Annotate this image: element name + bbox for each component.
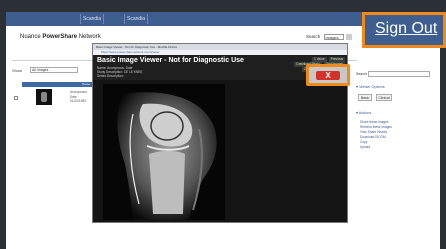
- topbar-item-scandia-1[interactable]: Scandia: [80, 14, 105, 24]
- brand-logo: Nuance PowerShare Network: [20, 34, 101, 40]
- show-label: Show: [12, 68, 23, 73]
- mri-knee-image[interactable]: [103, 84, 225, 220]
- viewer-title: Basic Image Viewer - Not for Diagnostic …: [97, 57, 244, 64]
- top-search: Search Images: [306, 34, 352, 40]
- image-meta-date: 01/20/1983: [70, 99, 86, 103]
- close-icon[interactable]: X: [316, 71, 340, 80]
- viewer-meta: Name: Anonymous, Date Study Description:…: [97, 66, 143, 78]
- clinical-viewer-button[interactable]: Clinical: [376, 94, 392, 101]
- viewer-options-label: Viewer Options: [358, 85, 385, 89]
- highlighted-close-button[interactable]: X: [306, 64, 350, 86]
- top-search-input[interactable]: Images: [323, 34, 344, 40]
- actions-header[interactable]: ▾ Actions: [356, 110, 371, 115]
- sign-out-highlight: Sign Out: [362, 12, 446, 48]
- viewer-options-header[interactable]: ▾ Viewer Options: [356, 84, 385, 89]
- top-search-label: Search: [306, 34, 321, 40]
- mri-knee-illustration: [103, 84, 225, 220]
- actions-list: Share these Images Retrieve these Images…: [360, 120, 392, 150]
- sidebar-search-input[interactable]: [368, 71, 430, 77]
- brand-prefix: Nuance: [20, 34, 41, 40]
- sign-out-link[interactable]: Sign Out: [375, 20, 437, 38]
- grid-header[interactable]: Name: [22, 82, 94, 87]
- sidebar-search-label: Search: [356, 72, 368, 76]
- topbar-item-scandia-2[interactable]: Scandia: [124, 14, 149, 24]
- image-thumbnail[interactable]: [36, 89, 52, 105]
- action-upload[interactable]: Upload: [360, 145, 392, 150]
- brand-suffix: Network: [78, 34, 101, 40]
- top-search-button[interactable]: [345, 34, 352, 40]
- brand-bold: PowerShare: [42, 34, 78, 40]
- sidebar-search: Search: [356, 71, 430, 77]
- image-meta: Anonymous Date 01/20/1983: [70, 90, 94, 104]
- viewer-meta-series: Series Description:: [97, 74, 124, 78]
- image-filter-select[interactable]: All Images: [30, 67, 78, 73]
- basic-viewer-button[interactable]: Basic: [358, 94, 372, 101]
- screen: Scandia Scandia Nuance PowerShare Networ…: [0, 0, 446, 249]
- actions-label: Actions: [358, 111, 372, 115]
- row-checkbox[interactable]: [14, 96, 18, 100]
